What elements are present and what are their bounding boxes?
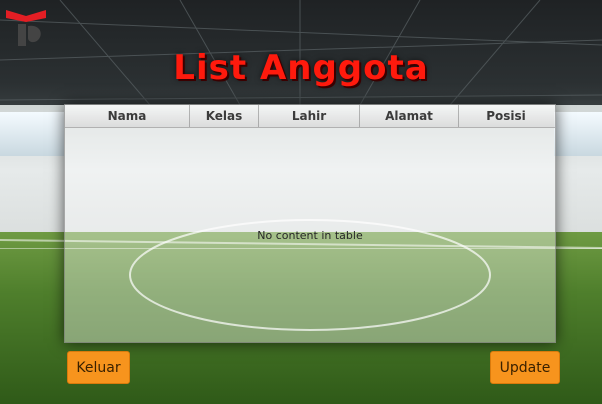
column-header-alamat[interactable]: Alamat xyxy=(360,105,459,127)
members-table[interactable]: Nama Kelas Lahir Alamat Posisi No conten… xyxy=(64,104,556,343)
column-header-kelas[interactable]: Kelas xyxy=(190,105,259,127)
app-logo xyxy=(4,6,48,50)
page-title: List Anggota xyxy=(173,48,429,88)
logo-icon xyxy=(6,10,46,46)
table-header: Nama Kelas Lahir Alamat Posisi xyxy=(65,105,555,128)
column-header-nama[interactable]: Nama xyxy=(65,105,190,127)
column-header-lahir[interactable]: Lahir xyxy=(259,105,360,127)
column-header-posisi[interactable]: Posisi xyxy=(459,105,553,127)
app-window: List Anggota Nama Kelas Lahir Alamat Pos… xyxy=(0,0,602,404)
empty-table-message: No content in table xyxy=(257,229,363,242)
exit-button[interactable]: Keluar xyxy=(67,351,130,384)
update-button[interactable]: Update xyxy=(490,351,560,384)
